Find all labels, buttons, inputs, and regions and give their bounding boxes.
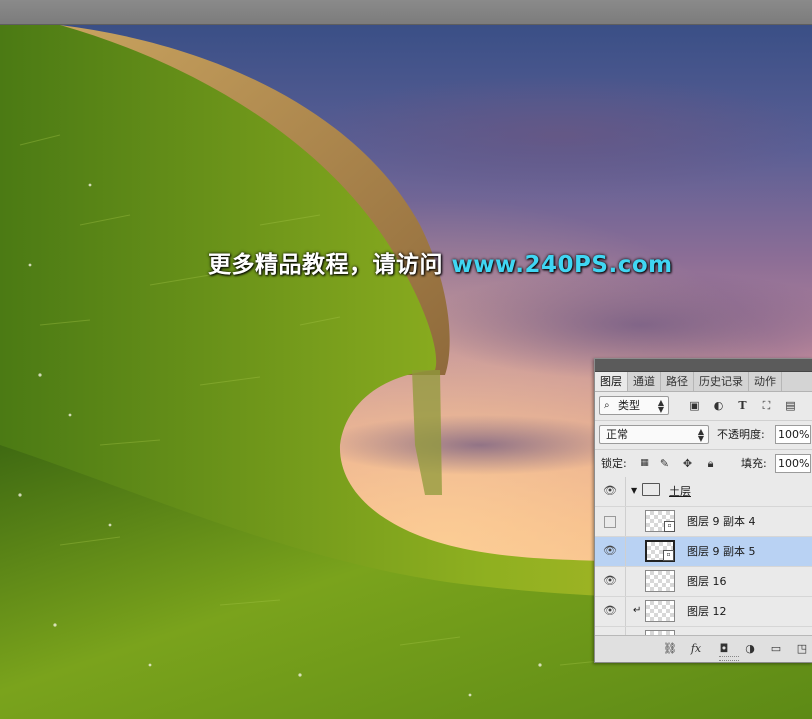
visibility-off-box[interactable]	[604, 516, 616, 528]
image-filter-icon[interactable]: ▣	[688, 399, 701, 412]
filter-type-value: 类型	[618, 399, 640, 412]
group-name: 土层	[669, 485, 691, 498]
tab-paths[interactable]: 路径	[661, 372, 694, 391]
shape-filter-icon[interactable]: ⛶	[760, 399, 773, 412]
fx-icon[interactable]: fx	[689, 642, 703, 656]
eye-icon[interactable]: 👁︎	[603, 605, 617, 617]
layers-panel: 图层 通道 路径 历史记录 动作 ⌕ 类型 ▲ ▼ ▣ ◐ T ⛶ ▤ 正常 ▲ ▼…	[594, 358, 812, 663]
divider	[625, 477, 626, 506]
opacity-input[interactable]: 100%	[775, 425, 811, 444]
layer-group-row[interactable]: 👁︎ ▼ 土层	[595, 477, 812, 507]
smart-object-badge-icon: ▫	[663, 550, 674, 561]
layer-row[interactable]: 👁︎ 图层	[595, 627, 812, 635]
layer-thumbnail: ▫	[645, 510, 675, 532]
new-group-icon[interactable]: ▭	[769, 642, 783, 656]
disclosure-triangle-icon[interactable]: ▼	[631, 486, 637, 495]
divider	[625, 507, 626, 536]
tab-channels[interactable]: 通道	[628, 372, 661, 391]
eye-icon[interactable]: 👁︎	[603, 575, 617, 587]
eye-icon[interactable]: 👁︎	[603, 545, 617, 557]
app-top-bar	[0, 0, 812, 25]
layer-name: 图层 9 副本 5	[687, 545, 756, 558]
divider	[625, 537, 626, 566]
blend-row: 正常 ▲ ▼ 不透明度: 100%	[595, 421, 812, 450]
new-layer-icon[interactable]: ◳	[795, 642, 809, 656]
layer-row[interactable]: 👁︎ 图层 16	[595, 567, 812, 597]
clipping-arrow-icon: ↵	[633, 605, 642, 616]
lock-row: 锁定: ▦ ✎ ✥ 🔒︎ 填充: 100%	[595, 450, 812, 479]
watermark: 更多精品教程，请访问 www.240PS.com	[208, 245, 673, 279]
smart-object-badge-icon: ▫	[664, 521, 675, 532]
lock-move-icon[interactable]: ✥	[681, 457, 694, 470]
text-filter-icon[interactable]: T	[736, 399, 749, 412]
search-icon: ⌕	[604, 400, 610, 411]
layer-name: 图层 16	[687, 575, 727, 588]
layer-row[interactable]: 👁︎ ↵ 图层 12	[595, 597, 812, 627]
tab-layers[interactable]: 图层	[595, 372, 628, 391]
divider	[625, 597, 626, 626]
watermark-text: 更多精品教程，请访问	[208, 252, 452, 278]
divider	[625, 627, 626, 635]
tab-actions[interactable]: 动作	[749, 372, 782, 391]
filter-row: ⌕ 类型 ▲ ▼ ▣ ◐ T ⛶ ▤	[595, 392, 812, 421]
layer-name: 图层 9 副本 4	[687, 515, 756, 528]
panel-tabs: 图层 通道 路径 历史记录 动作	[595, 372, 812, 392]
blend-mode-select[interactable]: 正常 ▲ ▼	[599, 425, 709, 444]
updown-caret-icon: ▲ ▼	[697, 427, 704, 443]
layer-row-selected[interactable]: 👁︎ ▫ 图层 9 副本 5	[595, 537, 812, 567]
adjustment-filter-icon[interactable]: ◐	[712, 399, 725, 412]
tab-history[interactable]: 历史记录	[694, 372, 749, 391]
layer-name: 图层 12	[687, 605, 727, 618]
resize-grip[interactable]	[719, 656, 739, 661]
blend-mode-value: 正常	[606, 428, 628, 441]
lock-brush-icon[interactable]: ✎	[658, 457, 671, 470]
smart-object-filter-icon[interactable]: ▤	[784, 399, 797, 412]
link-layers-icon[interactable]: ⛓	[663, 642, 677, 656]
divider	[625, 567, 626, 596]
fill-label: 填充:	[741, 457, 767, 470]
opacity-label: 不透明度:	[717, 428, 765, 441]
eye-icon[interactable]: 👁︎	[603, 485, 617, 497]
adjustment-layer-icon[interactable]: ◑	[743, 642, 757, 656]
layer-row[interactable]: ▫ 图层 9 副本 4	[595, 507, 812, 537]
layer-list: 👁︎ ▼ 土层 ▫ 图层 9 副本 4 👁︎ ▫ 图层 9 副本 5 👁︎ 图层…	[595, 477, 812, 635]
layer-thumbnail: ▫	[645, 540, 675, 562]
layer-thumbnail	[645, 600, 675, 622]
filter-type-select[interactable]: ⌕ 类型 ▲ ▼	[599, 396, 669, 415]
lock-all-icon[interactable]: 🔒︎	[704, 457, 717, 470]
watermark-url: www.240PS.com	[451, 252, 673, 278]
panel-footer: ⛓ fx ◘ ◑ ▭ ◳	[595, 635, 812, 662]
updown-caret-icon: ▲ ▼	[657, 398, 664, 414]
lock-label: 锁定:	[601, 457, 627, 470]
fill-input[interactable]: 100%	[775, 454, 811, 473]
lock-transparent-icon[interactable]: ▦	[638, 457, 651, 470]
panel-header-bar[interactable]	[595, 359, 812, 372]
folder-icon	[642, 483, 660, 496]
layer-thumbnail	[645, 570, 675, 592]
mask-icon[interactable]: ◘	[717, 642, 731, 656]
